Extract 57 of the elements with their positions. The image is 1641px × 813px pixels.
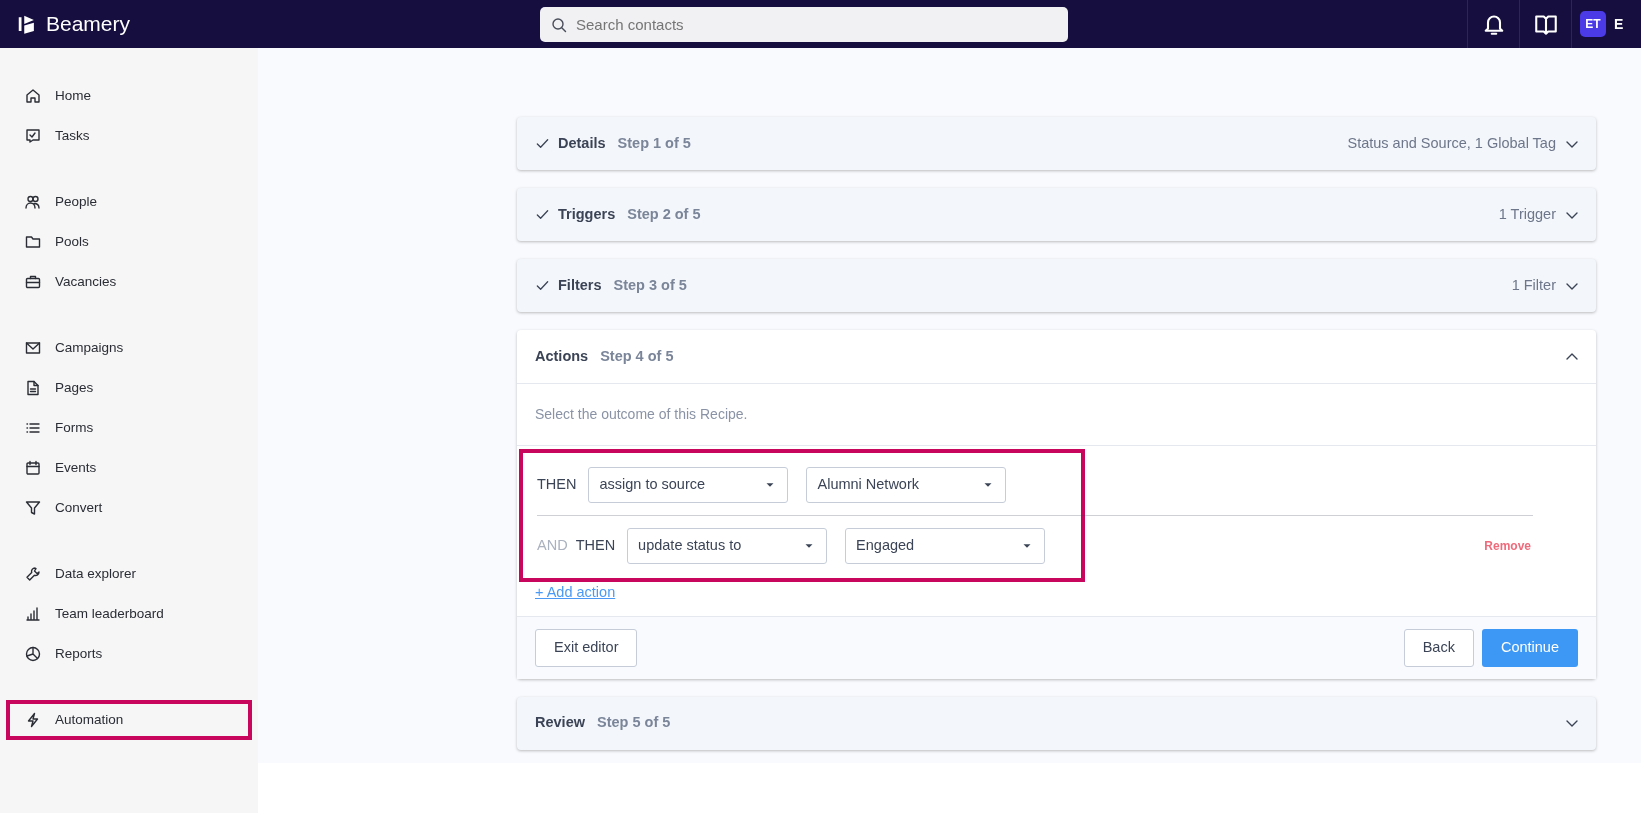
sidebar-item[interactable]: Reports bbox=[6, 634, 252, 674]
sidebar-item[interactable]: Campaigns bbox=[6, 328, 252, 368]
dropdown[interactable]: Alumni Network bbox=[806, 467, 1007, 503]
step-title: Actions bbox=[535, 346, 589, 366]
keyword-label: THEN bbox=[537, 475, 577, 495]
step-description: Select the outcome of this Recipe. bbox=[517, 383, 1596, 446]
user-name: E bbox=[1614, 14, 1624, 34]
sidebar-item[interactable]: Automation bbox=[6, 700, 252, 740]
step-title: Filters bbox=[558, 275, 602, 295]
step-number: Step 3 of 5 bbox=[613, 275, 687, 295]
sidebar-item[interactable]: Pools bbox=[6, 222, 252, 262]
search-field[interactable]: Search contacts bbox=[540, 6, 1068, 42]
connector-label: AND bbox=[537, 536, 568, 556]
envelope-icon bbox=[25, 340, 41, 356]
people-icon bbox=[25, 194, 41, 210]
dropdown[interactable]: assign to source bbox=[588, 467, 789, 503]
wrench-icon bbox=[25, 566, 41, 582]
sidebar-item[interactable]: Vacancies bbox=[6, 262, 252, 302]
step-number: Step 1 of 5 bbox=[617, 133, 691, 153]
step-summary: 1 Filter bbox=[1511, 275, 1556, 295]
sidebar-item[interactable]: Convert bbox=[6, 488, 252, 528]
list-icon bbox=[25, 420, 41, 436]
dropdown[interactable]: update status to bbox=[627, 528, 828, 564]
keyword-label: THEN bbox=[575, 536, 616, 556]
sidebar-item[interactable]: Events bbox=[6, 448, 252, 488]
sidebar-item[interactable]: People bbox=[6, 182, 252, 222]
step-summary: Status and Source, 1 Global Tag bbox=[1347, 133, 1556, 153]
step-number: Step 5 of 5 bbox=[597, 713, 671, 733]
document-icon bbox=[25, 380, 41, 396]
book-icon bbox=[1533, 12, 1558, 36]
user-avatar[interactable]: ET bbox=[1580, 11, 1606, 37]
sidebar-item[interactable]: Home bbox=[6, 76, 252, 116]
step-number: Step 2 of 5 bbox=[627, 204, 701, 224]
sidebar-item[interactable]: Pages bbox=[6, 368, 252, 408]
search-icon bbox=[551, 16, 567, 33]
step-title: Details bbox=[558, 133, 606, 153]
logo-text: Beamery bbox=[46, 11, 131, 38]
step-number: Step 4 of 5 bbox=[600, 346, 674, 366]
step-title: Triggers bbox=[558, 204, 616, 224]
briefcase-icon bbox=[25, 274, 41, 290]
sidebar-item[interactable]: Data explorer bbox=[6, 554, 252, 594]
sidebar-item[interactable]: Forms bbox=[6, 408, 252, 448]
sidebar-item[interactable]: Team leaderboard bbox=[6, 594, 252, 634]
exit-editor-button[interactable]: Exit editor bbox=[535, 628, 638, 667]
home-icon bbox=[25, 88, 41, 104]
step-summary: 1 Trigger bbox=[1498, 204, 1556, 224]
back-button[interactable]: Back bbox=[1403, 628, 1474, 667]
step-title: Review bbox=[535, 713, 585, 733]
lightning-icon bbox=[25, 712, 41, 728]
calendar-icon bbox=[25, 460, 41, 476]
funnel-icon bbox=[25, 500, 41, 516]
bar-chart-icon bbox=[25, 606, 41, 622]
checkbox-icon bbox=[25, 128, 41, 144]
pie-chart-icon bbox=[25, 646, 41, 662]
sidebar-item[interactable]: Tasks bbox=[6, 116, 252, 156]
dropdown[interactable]: Engaged bbox=[845, 528, 1046, 564]
folder-icon bbox=[25, 234, 41, 250]
